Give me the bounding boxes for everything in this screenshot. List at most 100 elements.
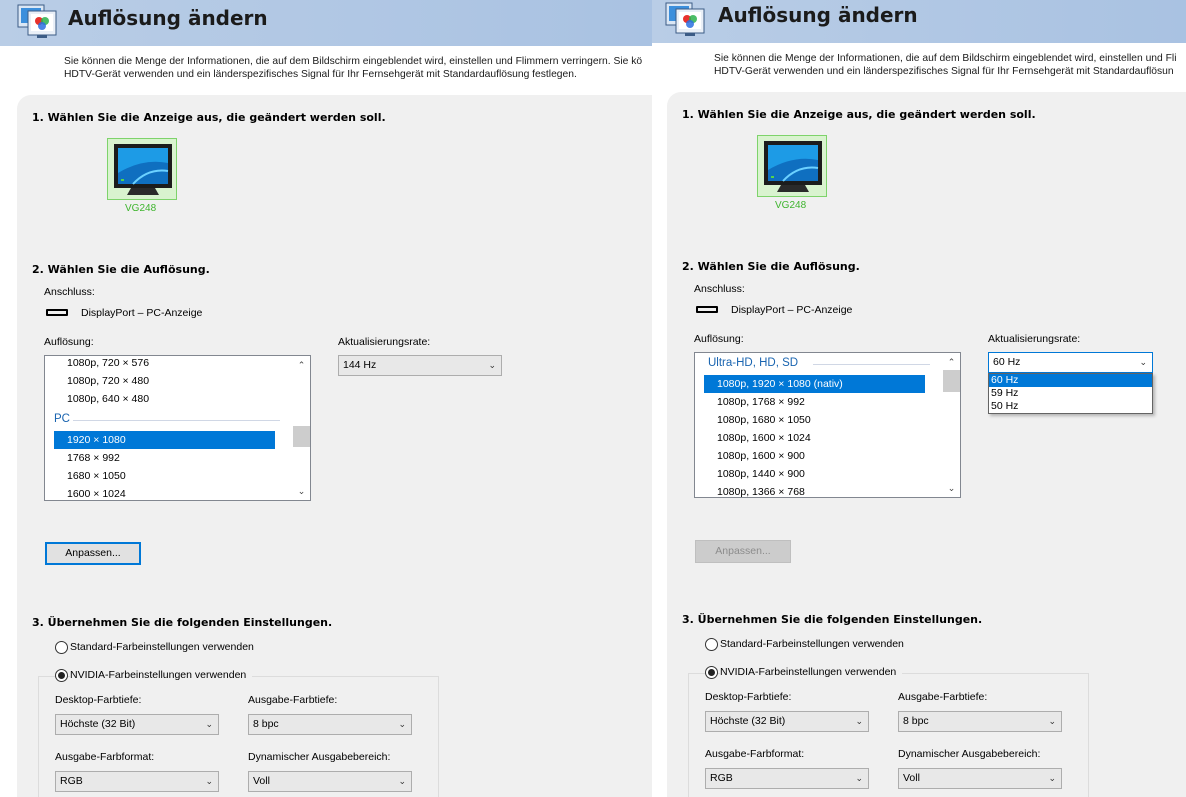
scroll-up-icon[interactable]: ⌃: [293, 357, 310, 373]
list-scrollbar[interactable]: ⌃ ⌄: [943, 353, 960, 497]
list-item[interactable]: 1080p, 720 × 480: [54, 372, 149, 390]
list-item[interactable]: 1080p, 720 × 576: [54, 356, 149, 372]
chevron-down-icon: ⌄: [855, 716, 863, 726]
radio-standard-colors[interactable]: [705, 638, 718, 651]
page-title: Auflösung ändern: [68, 6, 268, 30]
list-item[interactable]: 1768 × 992: [54, 449, 120, 467]
step-2-heading: 2. Wählen Sie die Auflösung.: [32, 263, 210, 276]
connection-label: Anschluss:: [694, 283, 745, 295]
desktop-depth-select[interactable]: Höchste (32 Bit) ⌄: [705, 711, 869, 732]
dynamic-range-value: Voll: [903, 772, 920, 784]
group-divider: [813, 364, 930, 365]
dynamic-range-label: Dynamischer Ausgabebereich:: [248, 751, 391, 763]
dynamic-range-select[interactable]: Voll ⌄: [248, 771, 412, 792]
radio-nvidia-label[interactable]: NVIDIA-Farbeinstellungen verwenden: [70, 669, 253, 681]
refresh-rate-dropdown[interactable]: 60 Hz 59 Hz 50 Hz: [988, 373, 1153, 414]
display-settings-icon: [17, 4, 59, 40]
connection-label: Anschluss:: [44, 286, 95, 298]
connection-value: DisplayPort – PC-Anzeige: [81, 307, 203, 319]
chevron-down-icon: ⌄: [1048, 773, 1056, 783]
display-tile-vg248[interactable]: [757, 135, 827, 197]
list-item[interactable]: 1080p, 1680 × 1050: [704, 411, 811, 429]
dropdown-option[interactable]: 59 Hz: [989, 387, 1152, 400]
refresh-rate-label: Aktualisierungsrate:: [338, 336, 431, 348]
connection-value: DisplayPort – PC-Anzeige: [731, 304, 853, 316]
refresh-rate-value: 144 Hz: [343, 359, 377, 371]
scrollbar-thumb[interactable]: [943, 370, 960, 392]
dynamic-range-select[interactable]: Voll ⌄: [898, 768, 1062, 789]
refresh-rate-select[interactable]: 144 Hz ⌄: [338, 355, 502, 376]
refresh-rate-select[interactable]: 60 Hz ⌄: [988, 352, 1153, 373]
monitor-icon: [764, 141, 822, 192]
resolution-list[interactable]: Ultra-HD, HD, SD 1080p, 1920 × 1080 (nat…: [694, 352, 961, 498]
list-item[interactable]: 1080p, 1440 × 900: [704, 465, 805, 483]
scroll-down-icon[interactable]: ⌄: [943, 480, 960, 496]
step-1-heading: 1. Wählen Sie die Anzeige aus, die geänd…: [32, 111, 386, 124]
output-format-label: Ausgabe-Farbformat:: [705, 748, 805, 760]
output-format-label: Ausgabe-Farbformat:: [55, 751, 155, 763]
list-item[interactable]: 1080p, 1366 × 768: [704, 483, 805, 497]
page-title: Auflösung ändern: [718, 3, 918, 27]
step-3-heading: 3. Übernehmen Sie die folgenden Einstell…: [682, 613, 983, 626]
refresh-rate-label: Aktualisierungsrate:: [988, 333, 1081, 345]
list-item[interactable]: 1680 × 1050: [54, 467, 126, 485]
dynamic-range-label: Dynamischer Ausgabebereich:: [898, 748, 1041, 760]
customize-button[interactable]: Anpassen...: [695, 540, 791, 563]
chevron-down-icon: ⌄: [1048, 716, 1056, 726]
group-header-ultra-hd: Ultra-HD, HD, SD: [708, 357, 799, 369]
output-depth-value: 8 bpc: [903, 715, 929, 727]
group-divider: [73, 420, 280, 421]
radio-nvidia-label[interactable]: NVIDIA-Farbeinstellungen verwenden: [720, 666, 903, 678]
output-depth-select[interactable]: 8 bpc ⌄: [248, 714, 412, 735]
desktop-depth-value: Höchste (32 Bit): [710, 715, 786, 727]
radio-standard-label[interactable]: Standard-Farbeinstellungen verwenden: [720, 638, 904, 650]
dropdown-option[interactable]: 50 Hz: [989, 400, 1152, 413]
chevron-down-icon: ⌄: [488, 360, 496, 370]
chevron-down-icon: ⌄: [205, 776, 213, 786]
step-2-heading: 2. Wählen Sie die Auflösung.: [682, 260, 860, 273]
scrollbar-thumb[interactable]: [293, 426, 310, 447]
description-line-1: Sie können die Menge der Informationen, …: [64, 56, 643, 67]
list-item[interactable]: 1080p, 1768 × 992: [704, 393, 805, 411]
display-tile-vg248[interactable]: [107, 138, 177, 200]
radio-standard-label[interactable]: Standard-Farbeinstellungen verwenden: [70, 641, 254, 653]
description-line-2: HDTV-Gerät verwenden und ein länderspezi…: [714, 66, 1174, 77]
list-item[interactable]: 1080p, 640 × 480: [54, 390, 149, 408]
description-line-2: HDTV-Gerät verwenden und ein länderspezi…: [64, 69, 577, 80]
list-item[interactable]: 1600 × 1024: [54, 485, 126, 500]
list-scrollbar[interactable]: ⌃ ⌄: [293, 356, 310, 500]
list-item-selected[interactable]: 1080p, 1920 × 1080 (nativ): [704, 375, 925, 393]
step-1-heading: 1. Wählen Sie die Anzeige aus, die geänd…: [682, 108, 1036, 121]
chevron-down-icon: ⌄: [205, 719, 213, 729]
resolution-label: Auflösung:: [44, 336, 94, 348]
output-format-select[interactable]: RGB ⌄: [705, 768, 869, 789]
desktop-depth-label: Desktop-Farbtiefe:: [705, 691, 792, 703]
displayport-icon: [696, 306, 718, 313]
list-item[interactable]: 1080p, 1600 × 1024: [704, 429, 811, 447]
dynamic-range-value: Voll: [253, 775, 270, 787]
list-item[interactable]: 1080p, 1600 × 900: [704, 447, 805, 465]
display-settings-icon: [665, 2, 707, 38]
right-panel: Auflösung ändern Sie können die Menge de…: [652, 0, 1186, 797]
scroll-down-icon[interactable]: ⌄: [293, 483, 310, 499]
refresh-rate-value: 60 Hz: [993, 356, 1021, 368]
desktop-depth-select[interactable]: Höchste (32 Bit) ⌄: [55, 714, 219, 735]
display-label: VG248: [775, 200, 807, 211]
radio-nvidia-colors[interactable]: [705, 666, 718, 679]
output-depth-select[interactable]: 8 bpc ⌄: [898, 711, 1062, 732]
output-format-select[interactable]: RGB ⌄: [55, 771, 219, 792]
chevron-down-icon: ⌄: [398, 719, 406, 729]
display-label: VG248: [125, 203, 157, 214]
resolution-list[interactable]: 1080p, 720 × 576 1080p, 720 × 480 1080p,…: [44, 355, 311, 501]
left-panel: Auflösung ändern Sie können die Menge de…: [0, 0, 652, 797]
scroll-up-icon[interactable]: ⌃: [943, 354, 960, 370]
customize-button[interactable]: Anpassen...: [45, 542, 141, 565]
radio-nvidia-colors[interactable]: [55, 669, 68, 682]
desktop-depth-value: Höchste (32 Bit): [60, 718, 136, 730]
list-item-selected[interactable]: 1920 × 1080: [54, 431, 275, 449]
monitor-icon: [114, 144, 172, 195]
dropdown-option[interactable]: 60 Hz: [989, 374, 1152, 387]
chevron-down-icon: ⌄: [1139, 357, 1147, 367]
radio-standard-colors[interactable]: [55, 641, 68, 654]
desktop-depth-label: Desktop-Farbtiefe:: [55, 694, 142, 706]
